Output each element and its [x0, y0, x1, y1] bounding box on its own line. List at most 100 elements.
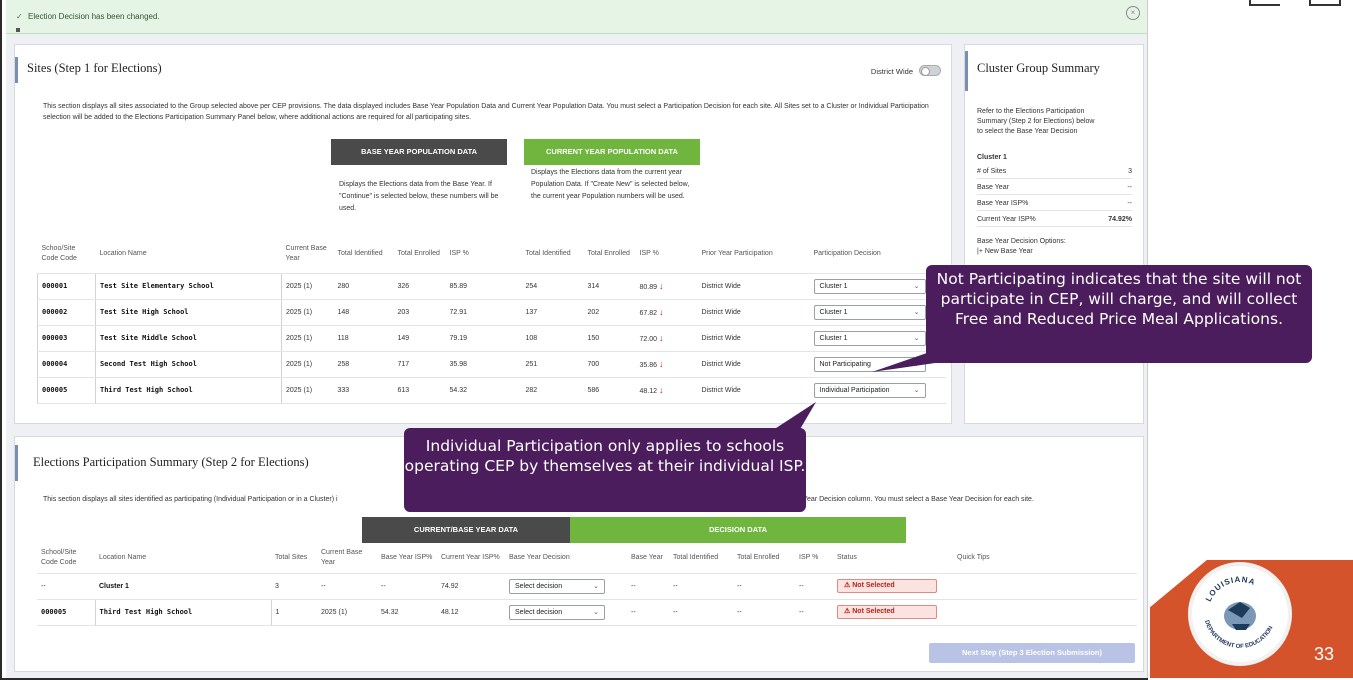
individual-participation-callout: Individual Participation only applies to…	[404, 428, 806, 512]
site-code: 000005	[37, 377, 96, 404]
base-identified: 280	[333, 273, 394, 300]
education-seal: LOUISIANA DEPARTMENT OF EDUCATION	[1188, 562, 1292, 666]
col-current-isp[interactable]: ISP %	[635, 235, 698, 274]
title-accent	[15, 445, 18, 481]
decision-cell: Individual Participation ⌄	[809, 377, 946, 404]
elections-description-end: Year Decision column. You must select a …	[803, 496, 1034, 503]
col-prior-year: Prior Year Participation	[697, 235, 810, 274]
elections-header-row: School/Site Code Code Location Name Tota…	[37, 543, 1137, 574]
prior-participation: District Wide	[697, 351, 810, 378]
down-arrow-icon: ↓	[658, 307, 664, 317]
cluster-intro-3: to select the Base Year Decision	[977, 128, 1078, 135]
table-row: 000005 Third Test High School 1 2025 (1)…	[37, 599, 1137, 626]
location-name: Third Test High School	[95, 377, 282, 404]
base-identified: 148	[333, 299, 394, 326]
total-sites: 3	[271, 573, 317, 600]
base-identified: 333	[333, 377, 394, 404]
current-identified: 254	[521, 273, 584, 300]
table-row: 000003 Test Site Middle School 2025 (1) …	[37, 325, 946, 352]
current-isp-cell: 35.86 ↓	[635, 351, 698, 378]
isp: --	[795, 599, 833, 626]
elections-table: School/Site Code Code Location Name Tota…	[37, 543, 1137, 626]
location-name: Test Site High School	[95, 299, 282, 326]
decision-options-label: Base Year Decision Options:	[977, 238, 1066, 245]
current-identified: 282	[521, 377, 584, 404]
location-name: Cluster 1	[95, 573, 271, 600]
district-wide-toggle[interactable]	[919, 65, 941, 76]
participation-select[interactable]: Cluster 1 ⌄	[813, 278, 926, 294]
status-cell: ⚠ Not Selected	[833, 573, 953, 600]
status-cell: ⚠ Not Selected	[833, 599, 953, 626]
next-step-button[interactable]: Next Step (Step 3 Election Submission)	[929, 643, 1135, 663]
col-site-code: School/Site Code Code	[37, 543, 95, 574]
sites-header-row: Schoo/Site Code Code Location Name Curre…	[37, 235, 946, 274]
col-current-enrolled[interactable]: Total Enrolled	[583, 235, 636, 274]
top-decoration	[1249, 0, 1341, 6]
col-location[interactable]: Location Name	[95, 235, 282, 274]
base-enrolled: 149	[393, 325, 446, 352]
participation-select[interactable]: Cluster 1 ⌄	[813, 330, 926, 346]
elections-description: This section displays all sites identifi…	[43, 496, 338, 503]
base-identified: 258	[333, 351, 394, 378]
site-code: --	[37, 573, 95, 600]
base-year-decision-select[interactable]: Select decision ⌄	[509, 604, 605, 620]
current-base-year: --	[317, 573, 377, 600]
warning-icon: ⚠	[844, 582, 851, 589]
col-site-code[interactable]: Schoo/Site Code Code	[37, 235, 96, 274]
base-enrolled: 203	[393, 299, 446, 326]
base-isp: 72.91	[445, 299, 522, 326]
col-base-year-isp: Base Year ISP%	[377, 543, 437, 574]
col-participation-decision: Participation Decision	[809, 235, 946, 274]
not-participating-callout: Not Participating indicates that the sit…	[926, 265, 1312, 363]
cluster-summary-panel: Cluster Group Summary Refer to the Elect…	[964, 44, 1144, 424]
site-code: 000004	[37, 351, 96, 378]
down-arrow-icon: ↓	[658, 333, 664, 343]
col-base-isp[interactable]: ISP %	[445, 235, 522, 274]
cluster-name: Cluster 1	[977, 154, 1007, 161]
prior-participation: District Wide	[697, 299, 810, 326]
col-base-enrolled[interactable]: Total Enrolled	[393, 235, 446, 274]
col-base-identified[interactable]: Total Identified	[333, 235, 394, 274]
total-enrolled: --	[733, 599, 795, 626]
location-name: Second Test High School	[95, 351, 282, 378]
prior-participation: District Wide	[697, 325, 810, 352]
sites-panel: Sites (Step 1 for Elections) District Wi…	[14, 44, 952, 424]
base-year: --	[627, 599, 669, 626]
col-current-identified[interactable]: Total Identified	[521, 235, 584, 274]
participation-select[interactable]: Not Participating ⌄	[813, 356, 926, 372]
current-identified: 108	[521, 325, 584, 352]
total-sites: 1	[271, 599, 317, 626]
base-isp: 85.89	[445, 273, 522, 300]
warning-icon: ⚠	[844, 608, 851, 615]
chevron-down-icon: ⌄	[593, 608, 599, 616]
district-wide-label: District Wide	[870, 67, 913, 76]
close-icon[interactable]: ×	[1126, 6, 1140, 20]
base-enrolled: 717	[393, 351, 446, 378]
base-year: 2025 (1)	[281, 325, 334, 352]
base-year-description: Displays the Elections data from the Bas…	[339, 181, 499, 212]
chevron-down-icon: ⌄	[913, 308, 920, 316]
current-isp-cell: 80.89 ↓	[635, 273, 698, 300]
participation-select[interactable]: Individual Participation ⌄	[813, 382, 926, 398]
cluster-summary-title: Cluster Group Summary	[977, 61, 1100, 75]
site-code: 000002	[37, 299, 96, 326]
col-current-year-isp: Current Year ISP%	[437, 543, 505, 574]
elections-title: Elections Participation Summary (Step 2 …	[33, 455, 309, 469]
table-row: -- Cluster 1 3 -- -- 74.92 Select decisi…	[37, 573, 1137, 600]
col-total-enrolled: Total Enrolled	[733, 543, 795, 574]
participation-select[interactable]: Cluster 1 ⌄	[813, 304, 926, 320]
down-arrow-icon: ↓	[658, 359, 664, 369]
current-identified: 251	[521, 351, 584, 378]
base-year-header: BASE YEAR POPULATION DATA	[331, 139, 507, 165]
alert-message: Election Decision has been changed.	[28, 12, 160, 21]
base-enrolled: 326	[393, 273, 446, 300]
current-year-description: Displays the Elections data from the cur…	[531, 169, 690, 200]
col-current-base-year[interactable]: Current Base Year	[281, 235, 334, 274]
current-isp: 67.82	[639, 310, 658, 317]
site-code: 000005	[37, 599, 95, 626]
title-accent	[965, 51, 968, 91]
chevron-down-icon: ⌄	[913, 334, 920, 342]
base-year-decision-select[interactable]: Select decision ⌄	[509, 578, 605, 594]
current-base-year: 2025 (1)	[317, 599, 377, 626]
select-value: Select decision	[515, 608, 563, 616]
